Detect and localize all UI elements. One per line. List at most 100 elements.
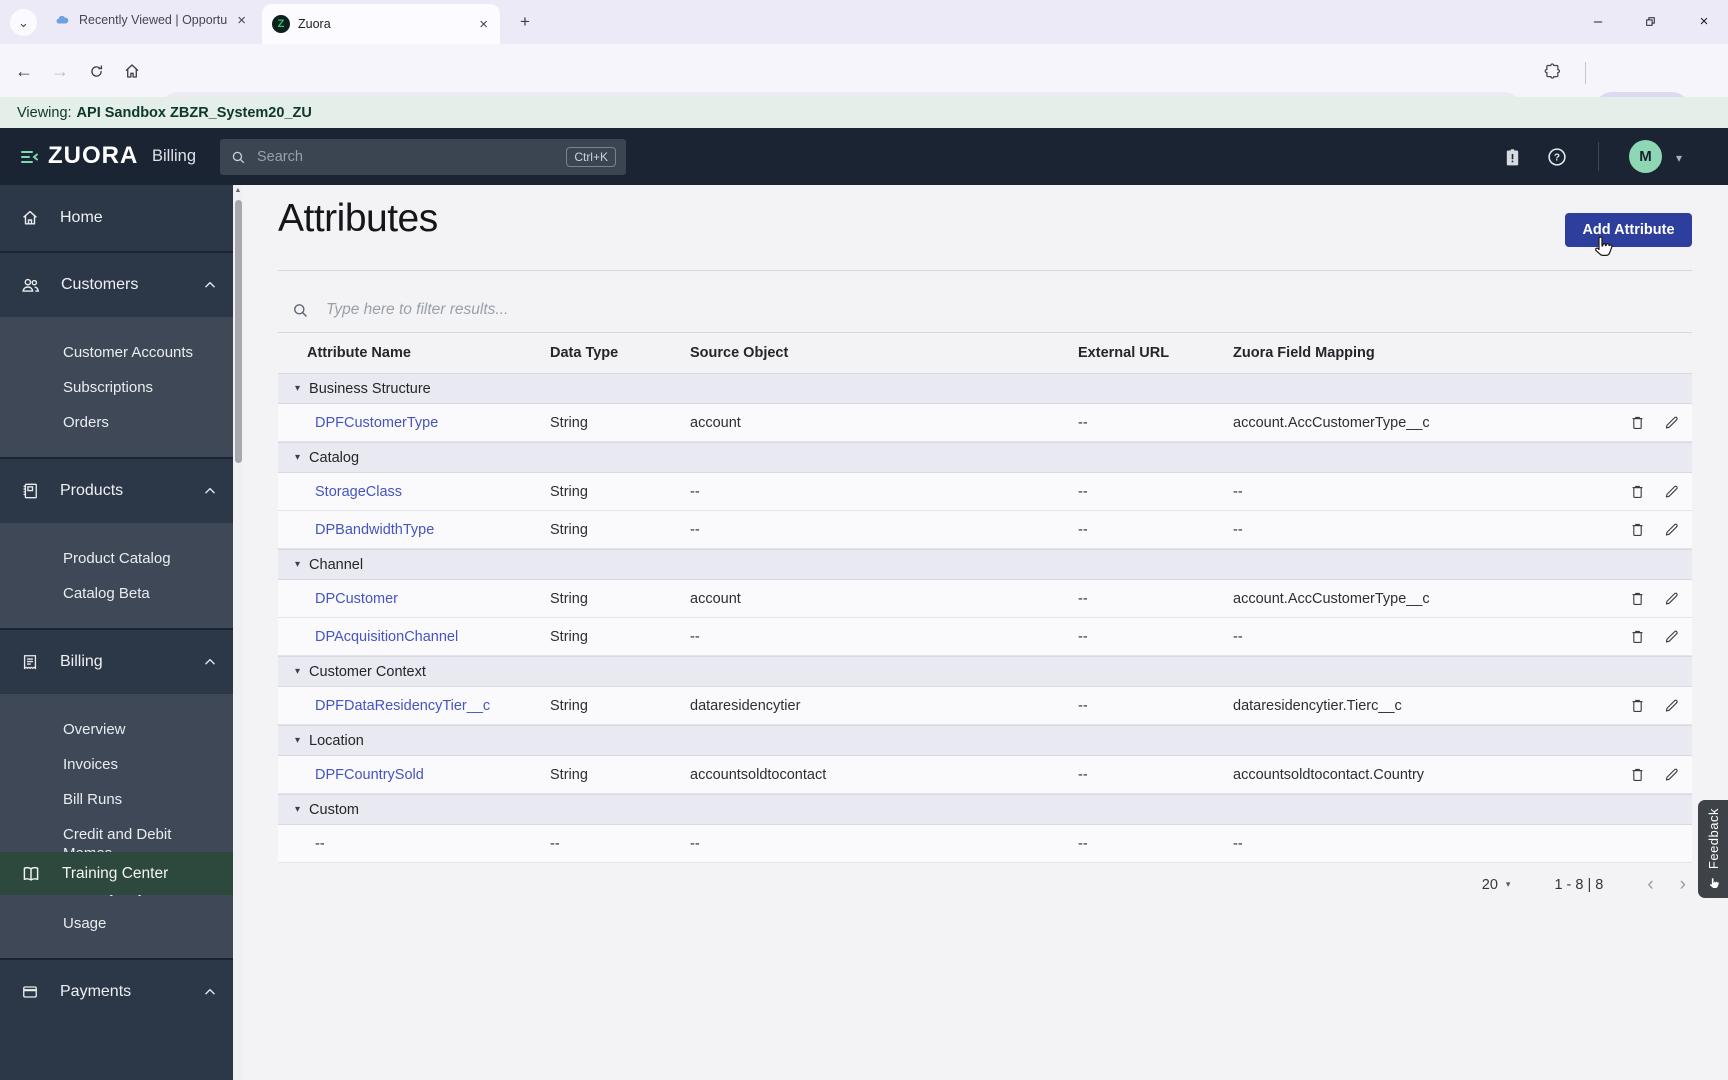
- home-icon[interactable]: [118, 57, 146, 85]
- field-mapping-cell: --: [1233, 628, 1243, 645]
- delete-icon[interactable]: [1629, 766, 1646, 783]
- edit-icon[interactable]: [1663, 521, 1680, 538]
- data-type-cell: --: [550, 835, 560, 852]
- tab-search-button[interactable]: ⌄: [10, 9, 37, 36]
- sidebar-item-overview[interactable]: Overview: [0, 712, 233, 747]
- source-object-cell: accountsoldtocontact: [690, 766, 827, 783]
- add-attribute-button[interactable]: Add Attribute: [1565, 213, 1692, 247]
- group-row-channel[interactable]: ▾ Channel: [278, 549, 1692, 580]
- sidebar-item-products[interactable]: Products: [0, 457, 233, 523]
- page-size-select[interactable]: 20 ▾: [1482, 877, 1511, 893]
- window-close-button[interactable]: ×: [1688, 6, 1720, 36]
- sidebar-item-payments[interactable]: Payments: [0, 958, 233, 1024]
- filter-input[interactable]: [326, 301, 826, 319]
- edit-icon[interactable]: [1663, 766, 1680, 783]
- group-row-business-structure[interactable]: ▾ Business Structure: [278, 373, 1692, 404]
- sidebar-item-billing[interactable]: Billing: [0, 628, 233, 694]
- source-object-cell: --: [690, 521, 700, 538]
- edit-icon[interactable]: [1663, 697, 1680, 714]
- group-name: Customer Context: [309, 663, 426, 680]
- tab-title: Zuora: [298, 17, 331, 31]
- back-icon[interactable]: ←: [10, 57, 38, 85]
- attribute-link[interactable]: DPCustomer: [315, 591, 398, 607]
- attribute-link[interactable]: DPFCustomerType: [315, 415, 438, 431]
- browser-tab-strip: ⌄ Recently Viewed | Opportunitie × Z Zuo…: [0, 0, 1728, 44]
- release-notes-button[interactable]: [1497, 142, 1527, 172]
- title-divider: [278, 270, 1692, 271]
- delete-icon[interactable]: [1629, 628, 1646, 645]
- next-page-icon[interactable]: ›: [1680, 875, 1686, 894]
- sidebar-item-bill-runs[interactable]: Bill Runs: [0, 782, 233, 817]
- global-search-input[interactable]: [257, 149, 557, 165]
- previous-page-icon[interactable]: ‹: [1647, 875, 1653, 894]
- sidebar-item-home[interactable]: Home: [0, 185, 233, 251]
- column-header: Source Object: [690, 345, 789, 361]
- help-button[interactable]: ?: [1542, 142, 1572, 172]
- attribute-link[interactable]: DPBandwidthType: [315, 522, 434, 538]
- help-icon: ?: [1548, 148, 1566, 166]
- sidebar-item-label: Billing: [60, 653, 103, 670]
- group-row-customer-context[interactable]: ▾ Customer Context: [278, 656, 1692, 687]
- forward-icon[interactable]: →: [46, 57, 74, 85]
- sidebar-item-usage[interactable]: Usage: [0, 906, 233, 941]
- new-tab-button[interactable]: +: [512, 9, 538, 35]
- chevron-up-icon: [205, 487, 215, 494]
- scrollbar-up-icon[interactable]: ▲: [233, 187, 243, 194]
- reload-icon[interactable]: [82, 57, 110, 85]
- sidebar-nav: Home Customers Customer Accounts Subscri…: [0, 185, 233, 1080]
- edit-icon[interactable]: [1663, 590, 1680, 607]
- attribute-link[interactable]: DPAcquisitionChannel: [315, 629, 458, 645]
- page-scrollbar[interactable]: ▲: [233, 185, 243, 1080]
- edit-icon[interactable]: [1663, 414, 1680, 431]
- filter-search-icon: [294, 303, 307, 317]
- field-mapping-cell: --: [1233, 521, 1243, 538]
- browser-tab-salesforce[interactable]: Recently Viewed | Opportunitie ×: [44, 0, 258, 40]
- external-url-cell: --: [1078, 835, 1088, 852]
- edit-icon[interactable]: [1663, 628, 1680, 645]
- browser-tab-zuora[interactable]: Z Zuora ×: [262, 4, 500, 44]
- field-mapping-cell: account.AccCustomerType__c: [1233, 414, 1430, 431]
- table-row: DPFCountrySold String accountsoldtoconta…: [278, 756, 1692, 794]
- group-row-location[interactable]: ▾ Location: [278, 725, 1692, 756]
- sidebar-item-subscriptions[interactable]: Subscriptions: [0, 370, 233, 405]
- attribute-link[interactable]: DPFDataResidencyTier__c: [315, 698, 490, 714]
- external-url-cell: --: [1078, 590, 1088, 607]
- close-icon[interactable]: ×: [235, 12, 248, 29]
- scrollbar-thumb[interactable]: [234, 200, 242, 463]
- sidebar-item-training-center[interactable]: Training Center: [0, 852, 251, 895]
- data-type-cell: String: [550, 628, 588, 645]
- sidebar-item-customers[interactable]: Customers: [0, 251, 233, 317]
- feedback-tab[interactable]: Feedback: [1698, 800, 1728, 898]
- delete-icon[interactable]: [1629, 414, 1646, 431]
- customers-submenu: Customer Accounts Subscriptions Orders: [0, 317, 233, 457]
- sidebar-item-orders[interactable]: Orders: [0, 405, 233, 440]
- extensions-icon[interactable]: [1538, 57, 1566, 85]
- attribute-link[interactable]: StorageClass: [315, 484, 402, 500]
- sidebar-collapse-button[interactable]: [18, 145, 42, 174]
- window-minimize-button[interactable]: –: [1582, 6, 1614, 36]
- table-row: DPFCustomerType String account -- accoun…: [278, 404, 1692, 442]
- delete-icon[interactable]: [1629, 483, 1646, 500]
- search-icon: [232, 151, 245, 163]
- edit-icon[interactable]: [1663, 483, 1680, 500]
- sidebar-item-customer-accounts[interactable]: Customer Accounts: [0, 335, 233, 370]
- attribute-link[interactable]: DPFCountrySold: [315, 767, 424, 783]
- feedback-label: Feedback: [1705, 808, 1721, 870]
- delete-icon[interactable]: [1629, 521, 1646, 538]
- delete-icon[interactable]: [1629, 697, 1646, 714]
- global-search[interactable]: Ctrl+K: [220, 139, 626, 175]
- user-avatar[interactable]: M: [1629, 140, 1662, 173]
- user-menu-caret-icon[interactable]: ▾: [1676, 151, 1682, 165]
- collapse-nav-icon: [21, 151, 38, 163]
- sidebar-item-catalog-beta[interactable]: Catalog Beta: [0, 576, 233, 611]
- collapse-caret-icon: ▾: [295, 666, 301, 677]
- sidebar-item-product-catalog[interactable]: Product Catalog: [0, 541, 233, 576]
- clipboard-alert-icon: [1506, 148, 1518, 165]
- group-row-catalog[interactable]: ▾ Catalog: [278, 442, 1692, 473]
- window-restore-button[interactable]: [1634, 6, 1666, 36]
- close-icon[interactable]: ×: [477, 16, 490, 33]
- delete-icon[interactable]: [1629, 590, 1646, 607]
- group-row-custom[interactable]: ▾ Custom: [278, 794, 1692, 825]
- sidebar-item-invoices[interactable]: Invoices: [0, 747, 233, 782]
- training-center-icon: [23, 866, 39, 881]
